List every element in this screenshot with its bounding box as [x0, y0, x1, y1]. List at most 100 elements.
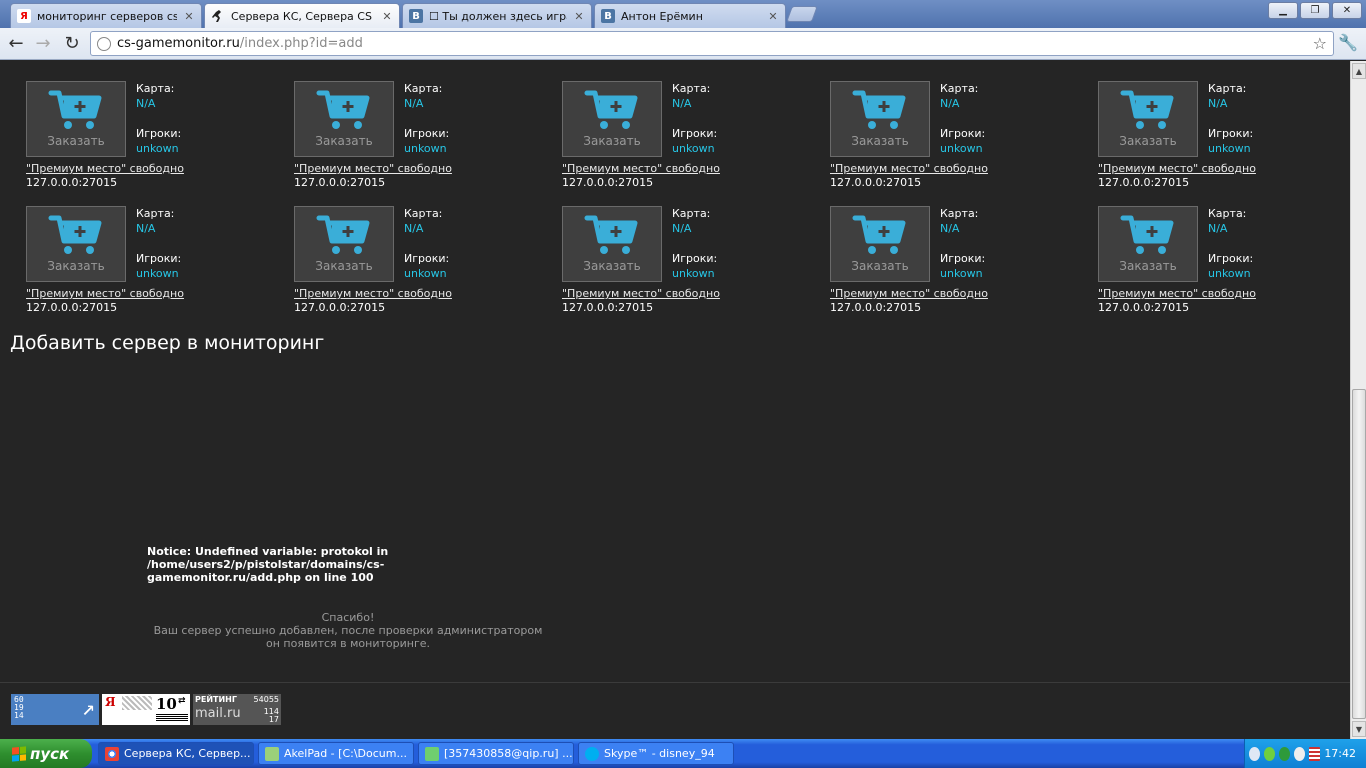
tab-monitoring[interactable]: Я мониторинг серверов cs 1.6 ✕ [10, 3, 202, 28]
cart-icon [852, 90, 906, 129]
tab-anton[interactable]: B Антон Ерёмин ✕ [594, 3, 786, 28]
order-button[interactable]: Заказать [830, 206, 930, 282]
forward-button[interactable]: → [31, 32, 55, 54]
players-label: Игроки: [136, 252, 182, 265]
pattern [122, 696, 152, 710]
network-icon[interactable] [1279, 746, 1291, 761]
server-card: Заказать Карта: N/A Игроки: unkown "Премиум м… [1098, 81, 1338, 191]
order-button[interactable]: Заказать [294, 206, 394, 282]
wrench-icon[interactable]: 🔧 [1338, 33, 1358, 52]
qip-tray-icon[interactable] [1264, 746, 1276, 761]
browser-toolbar: ← → ↻ cs-gamemonitor.ru/index.php?id=add… [0, 28, 1366, 60]
order-button[interactable]: Заказать [26, 206, 126, 282]
cart-icon [48, 215, 102, 254]
premium-link[interactable]: "Премиум место" свободно [26, 162, 184, 175]
server-address: 127.0.0.0:27015 [294, 301, 386, 314]
players-label: Игроки: [1208, 252, 1254, 265]
map-value: N/A [940, 222, 960, 235]
order-button[interactable]: Заказать [562, 206, 662, 282]
yandex-icon: Я [17, 9, 31, 23]
mailru-counter[interactable]: РЕЙТИНГ 54055 mail.ru 114 17 [193, 694, 281, 725]
start-button[interactable]: пуск [0, 739, 92, 768]
order-button[interactable]: Заказать [294, 81, 394, 157]
order-button[interactable]: Заказать [26, 81, 126, 157]
tab-title: мониторинг серверов cs 1.6 [37, 9, 177, 23]
players-value: unkown [940, 267, 983, 280]
back-arrow-icon[interactable] [1249, 746, 1261, 761]
map-label: Карта: [1208, 82, 1247, 95]
order-label: Заказать [315, 259, 373, 273]
new-tab-button[interactable] [786, 6, 818, 22]
premium-link[interactable]: "Премиум место" свободно [830, 162, 988, 175]
language-flag-icon[interactable] [1309, 746, 1321, 761]
order-button[interactable]: Заказать [562, 81, 662, 157]
server-card: Заказать Карта: N/A Игроки: unkown "Премиум м… [1098, 206, 1338, 316]
yandex-value: 10 [156, 695, 177, 713]
address-bar[interactable]: cs-gamemonitor.ru/index.php?id=add ☆ [90, 31, 1334, 56]
premium-link[interactable]: "Премиум место" свободно [830, 287, 988, 300]
players-label: Игроки: [1208, 127, 1254, 140]
page-scrollbar[interactable]: ▲ ▼ [1350, 61, 1366, 739]
close-window-button[interactable]: ✕ [1332, 2, 1362, 19]
premium-link[interactable]: "Премиум место" свободно [1098, 162, 1256, 175]
order-button[interactable]: Заказать [830, 81, 930, 157]
order-label: Заказать [583, 259, 641, 273]
tab-title: ☐ Ты должен здесь играть! [429, 9, 567, 23]
players-value: unkown [672, 142, 715, 155]
map-label: Карта: [404, 82, 443, 95]
premium-link[interactable]: "Премиум место" свободно [294, 287, 452, 300]
map-value: N/A [672, 222, 692, 235]
task-skype[interactable]: Skype™ - disney_94 [578, 742, 734, 765]
close-icon[interactable]: ✕ [381, 10, 393, 23]
server-address: 127.0.0.0:27015 [830, 176, 922, 189]
premium-link[interactable]: "Премиум место" свободно [562, 287, 720, 300]
tab-servers[interactable]: Сервера КС, Сервера CS 1.6 ✕ [204, 3, 400, 28]
counters: 60 19 14 ↗ Я 10 ⇄ РЕЙТИНГ 54055 mail.ru … [11, 694, 281, 725]
server-card: Заказать Карта: N/A Игроки: unkown "Премиум м… [294, 81, 534, 191]
back-button[interactable]: ← [4, 32, 28, 54]
divider [0, 682, 1350, 683]
map-label: Карта: [136, 207, 175, 220]
order-label: Заказать [583, 134, 641, 148]
order-button[interactable]: Заказать [1098, 81, 1198, 157]
server-card: Заказать Карта: N/A Игроки: unkown "Премиум м… [562, 206, 802, 316]
task-label: Сервера КС, Сервер... [124, 747, 251, 760]
reload-button[interactable]: ↻ [60, 32, 84, 54]
map-label: Карта: [404, 207, 443, 220]
yandex-counter[interactable]: Я 10 ⇄ [102, 694, 190, 725]
order-button[interactable]: Заказать [1098, 206, 1198, 282]
task-browser[interactable]: Сервера КС, Сервер... [98, 742, 254, 765]
scroll-down-button[interactable]: ▼ [1352, 721, 1366, 737]
scroll-thumb[interactable] [1352, 389, 1366, 719]
liveinternet-counter[interactable]: 60 19 14 ↗ [11, 694, 99, 725]
close-icon[interactable]: ✕ [183, 10, 195, 23]
scroll-up-button[interactable]: ▲ [1352, 63, 1366, 79]
premium-link[interactable]: "Премиум место" свободно [294, 162, 452, 175]
task-qip[interactable]: [357430858@qip.ru] ... [418, 742, 574, 765]
thanks-text: Ваш сервер успешно добавлен, после прове… [153, 624, 543, 650]
players-value: unkown [404, 267, 447, 280]
premium-link[interactable]: "Премиум место" свободно [1098, 287, 1256, 300]
akelpad-icon [265, 746, 279, 761]
start-label: пуск [30, 744, 70, 763]
map-label: Карта: [940, 207, 979, 220]
maximize-button[interactable]: ❐ [1300, 2, 1330, 19]
volume-icon[interactable] [1294, 746, 1306, 761]
browser-titlebar: Я мониторинг серверов cs 1.6 ✕ Сервера К… [0, 0, 1366, 28]
minimize-button[interactable]: ▁ [1268, 2, 1298, 19]
map-value: N/A [1208, 97, 1228, 110]
players-label: Игроки: [136, 127, 182, 140]
url-host: cs-gamemonitor.ru [117, 36, 240, 51]
map-value: N/A [136, 97, 156, 110]
close-icon[interactable]: ✕ [767, 10, 779, 23]
rating-value: 17 [268, 715, 279, 724]
premium-link[interactable]: "Премиум место" свободно [26, 287, 184, 300]
close-icon[interactable]: ✕ [573, 10, 585, 23]
cart-icon [48, 90, 102, 129]
bookmark-star-icon[interactable]: ☆ [1313, 34, 1327, 53]
premium-link[interactable]: "Премиум место" свободно [562, 162, 720, 175]
task-akelpad[interactable]: AkelPad - [C:\Docum... [258, 742, 414, 765]
cart-icon [1120, 90, 1174, 129]
tab-play-here[interactable]: B ☐ Ты должен здесь играть! ✕ [402, 3, 592, 28]
map-label: Карта: [1208, 207, 1247, 220]
